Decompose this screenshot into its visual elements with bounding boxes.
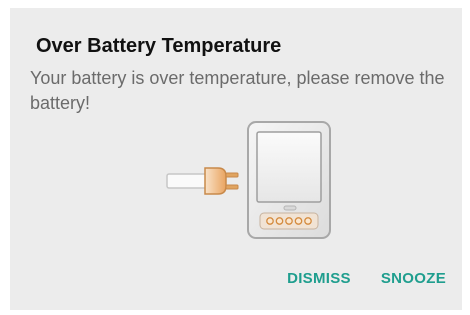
dismiss-button[interactable]: DISMISS (287, 270, 351, 287)
dialog-message: Your battery is over temperature, please… (30, 68, 445, 113)
tablet-icon (247, 121, 331, 239)
battery-removal-icon (160, 120, 340, 245)
dialog-title: Over Battery Temperature (36, 35, 282, 57)
alert-dialog: Over Battery Temperature Your battery is… (10, 8, 462, 310)
plug-icon (166, 167, 239, 195)
dialog-actions: DISMISS SNOOZE (287, 270, 446, 287)
snooze-button[interactable]: SNOOZE (381, 270, 446, 287)
